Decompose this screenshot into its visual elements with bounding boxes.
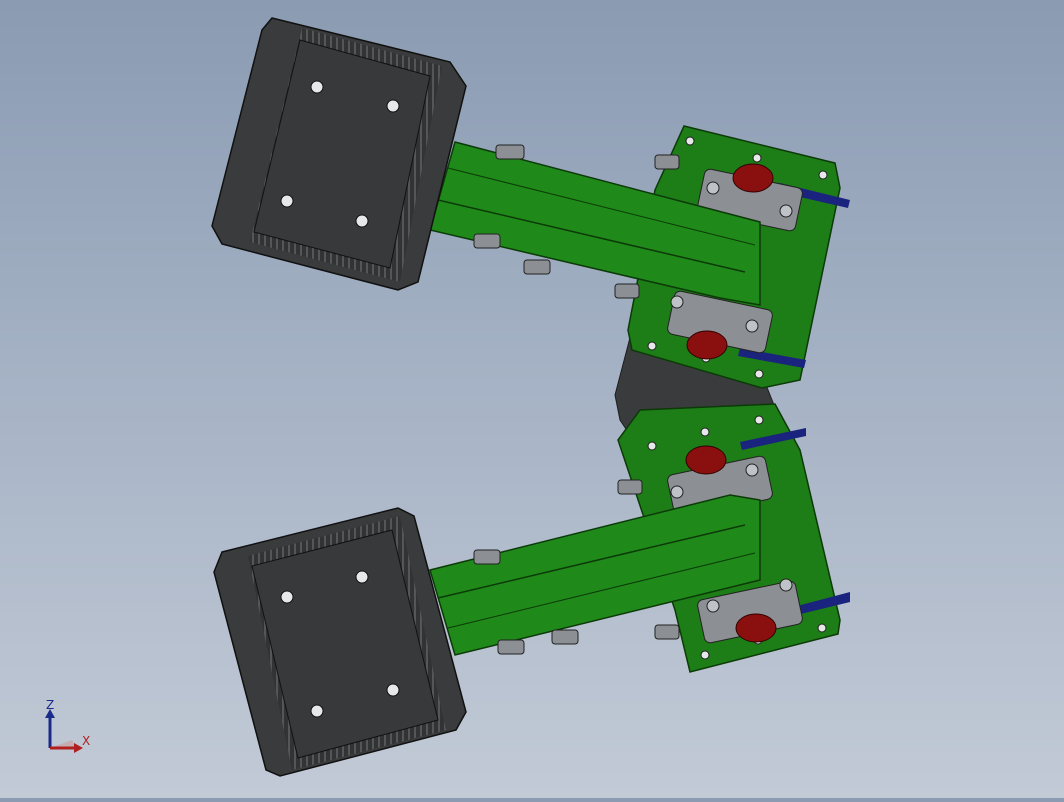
cad-3d-viewport[interactable]	[0, 0, 1064, 798]
z-axis-label: Z	[46, 698, 55, 712]
orientation-triad[interactable]: Z X	[36, 696, 106, 760]
upper-motor[interactable]	[211, 17, 467, 291]
lower-motor[interactable]	[213, 507, 467, 777]
upper-assembly[interactable]	[211, 17, 850, 389]
x-axis-label: X	[82, 734, 91, 748]
lower-assembly[interactable]	[213, 403, 850, 777]
cad-model[interactable]	[0, 0, 1064, 798]
